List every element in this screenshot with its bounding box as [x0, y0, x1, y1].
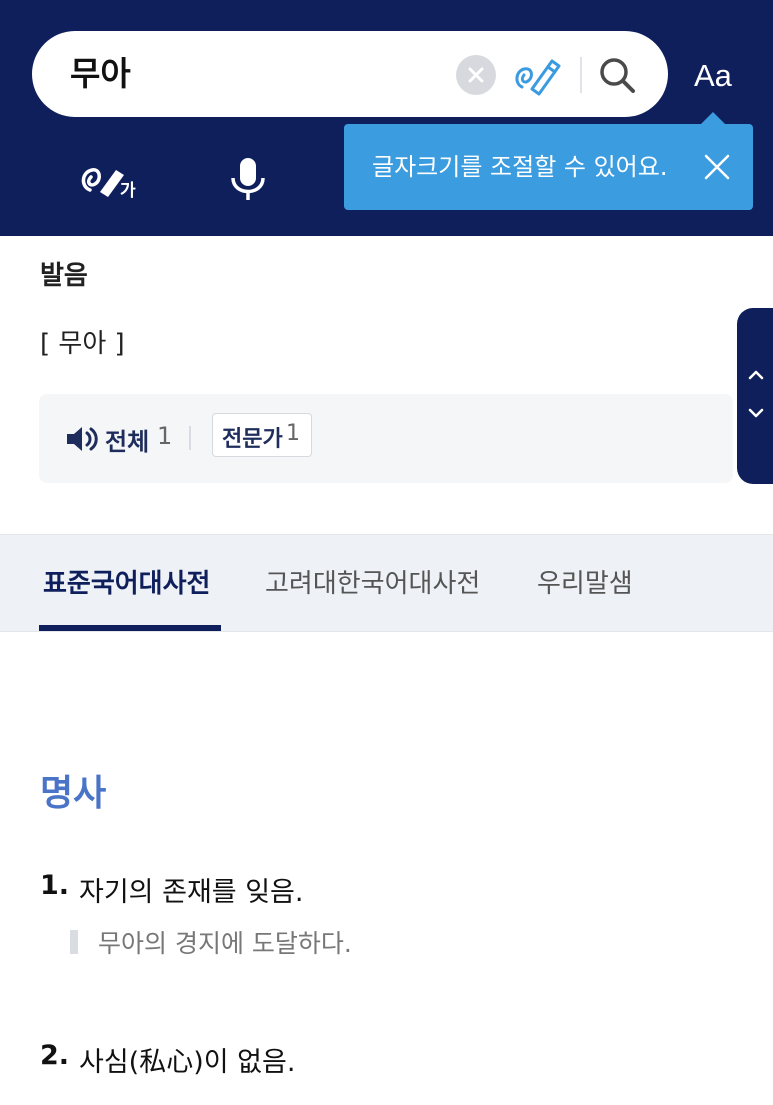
- expert-label: 전문가: [222, 427, 283, 452]
- chevron-up-icon[interactable]: [745, 364, 767, 386]
- handwriting-input-button[interactable]: 가: [78, 158, 138, 201]
- app-header: 무아 Aa 가 글자크기를 조절할 수 있어요.: [0, 0, 773, 236]
- close-icon[interactable]: [700, 150, 734, 184]
- pronunciation-heading: 발음: [40, 261, 88, 291]
- handwriting-badge: 가: [120, 181, 136, 201]
- definition-text: 자기의 존재를 잊음.: [79, 877, 304, 908]
- example-marker: [70, 930, 78, 954]
- example-text: 무아의 경지에 도달하다.: [98, 929, 352, 958]
- search-input[interactable]: 무아: [70, 53, 131, 95]
- clear-icon[interactable]: [456, 55, 496, 95]
- search-bar[interactable]: 무아: [32, 31, 668, 117]
- search-icon[interactable]: [595, 53, 639, 97]
- handwriting-icon[interactable]: [512, 53, 566, 97]
- pronunciation-value: [ 무아 ]: [40, 329, 125, 359]
- search-divider: [580, 57, 582, 93]
- microphone-icon[interactable]: [228, 156, 268, 202]
- part-of-speech: 명사: [40, 773, 107, 814]
- definition-number: 1.: [40, 870, 70, 901]
- expert-count: 1: [286, 421, 300, 446]
- font-size-tooltip: 글자크기를 조절할 수 있어요.: [344, 112, 753, 210]
- audio-panel: 전체 1 전문가 1: [39, 394, 733, 483]
- tab-urimalsaem[interactable]: 우리말샘: [537, 563, 633, 600]
- font-size-button[interactable]: Aa: [694, 55, 732, 97]
- dictionary-tabs: 표준국어대사전 고려대한국어대사전 우리말샘: [0, 534, 773, 632]
- tooltip-text: 글자크기를 조절할 수 있어요.: [372, 153, 668, 181]
- speaker-icon[interactable]: [65, 424, 99, 454]
- scroll-nav: [737, 308, 773, 484]
- definition-number: 2.: [40, 1040, 70, 1071]
- audio-all-count: 1: [157, 422, 173, 450]
- active-tab-indicator: [39, 625, 221, 631]
- chevron-down-icon[interactable]: [745, 402, 767, 424]
- audio-divider: [189, 426, 191, 450]
- audio-all-button[interactable]: 전체: [105, 422, 149, 457]
- tab-korea-univ-dictionary[interactable]: 고려대한국어대사전: [265, 563, 480, 600]
- tab-standard-dictionary[interactable]: 표준국어대사전: [43, 563, 210, 600]
- definition-text: 사심(私心)이 없음.: [79, 1047, 296, 1078]
- expert-audio-button[interactable]: 전문가 1: [212, 413, 312, 457]
